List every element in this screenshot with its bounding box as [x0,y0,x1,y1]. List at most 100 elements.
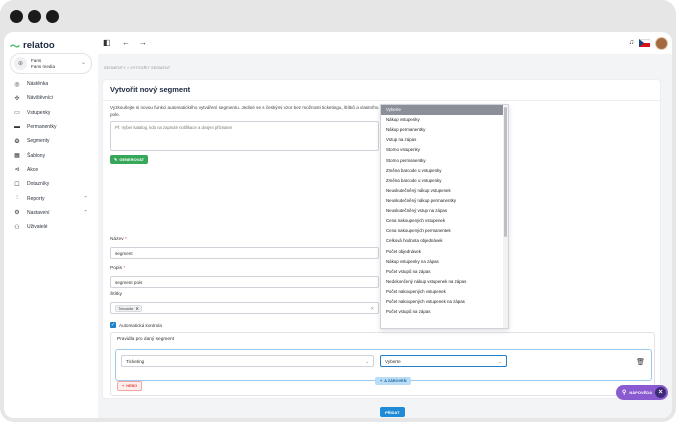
app: 〜 relatoo ⊕ Fans Fans media ⌄ ◎ Nástěnka ✣… [4,32,672,418]
language-flag-icon[interactable] [639,39,650,47]
rule-event-select[interactable]: Vyberte ⌄ [380,355,507,367]
chevron-up-icon: ⌃ [83,209,88,216]
sidebar: 〜 relatoo ⊕ Fans Fans media ⌄ ◎ Nástěnka ✣… [4,32,98,418]
brand-name: relatoo [23,40,55,51]
and-button-label: A ZÁROVEŇ [384,379,407,383]
sidebar-item-6[interactable]: ▦ Šablony [4,148,98,162]
user-avatar[interactable] [655,37,668,50]
sidebar-item-label: Vstupenky [27,109,51,116]
breadcrumb[interactable]: SEGMENTY > VYTVOŘIT SEGMENT [104,66,170,70]
dropdown-option[interactable]: Neuskutečněný nákup permanentky [381,196,508,206]
sidebar-item-8[interactable]: ☐ Dotazníky [4,177,98,191]
help-button[interactable]: ⚲ NÁPOVĚDA × [616,385,668,400]
ai-prompt-textarea[interactable]: Př. Vyber katalog, kdo na zapnuté notifi… [110,121,379,151]
dashboard-icon: ◎ [14,81,20,88]
name-input[interactable]: segment [110,247,379,259]
sidebar-item-9[interactable]: ⫶ Reporty ⌃ [4,191,98,205]
sidebar-item-label: Reporty [27,195,45,202]
trash-icon[interactable]: 🗑 [636,358,645,366]
name-input-value: segment [115,251,133,256]
sidebar-item-1[interactable]: ◎ Nástěnka [4,77,98,91]
dropdown-option[interactable]: Počet vstupů na zápas [381,267,508,277]
users-icon: ⚇ [14,224,20,231]
dropdown-option[interactable]: Vyberte [381,105,508,116]
ticket-icon: ▭ [14,110,20,117]
add-button-label: PŘIDAT [385,409,400,415]
tag-chip: Timoddle ✕ [115,305,142,312]
sidebar-item-7[interactable]: ⊲ Akce [4,163,98,177]
dropdown-option[interactable]: Nedokončený nákup vstupenek na zápas [381,277,508,287]
dropdown-scrollbar-thumb[interactable] [504,107,507,237]
chevron-up-icon: ⌃ [83,195,88,202]
dropdown-scrollbar[interactable] [503,105,508,328]
window-dot-maximize[interactable] [46,10,59,23]
sidebar-item-10[interactable]: ⚙ Nastavení ⌃ [4,206,98,220]
bell-icon[interactable]: ♫ [629,39,634,46]
dropdown-option[interactable]: Neuskutečněný nákup vstupenek [381,186,508,196]
dropdown-option[interactable]: Cena nakoupených vstupenek [381,216,508,226]
dropdown-option[interactable]: Změna barcode u vstupenky [381,176,508,186]
segments-icon: ❂ [14,138,20,145]
window-frame: 〜 relatoo ⊕ Fans Fans media ⌄ ◎ Nástěnka ✣… [0,0,676,422]
plus-icon: + [380,379,383,383]
divider [103,100,660,101]
sidebar-item-5[interactable]: ❂ Segmenty [4,134,98,148]
tags-input[interactable]: Timoddle ✕ ✕ [110,302,379,314]
chart-icon: ⫶ [16,195,18,202]
dropdown-option[interactable]: Počet objednávek [381,247,508,257]
chevron-down-icon: ⌄ [365,359,369,364]
and-button[interactable]: + A ZÁROVEŇ [375,377,412,385]
ai-prompt-placeholder: Př. Vyber katalog, kdo na zapnuté notifi… [115,125,233,130]
sidebar-item-label: Akce [27,166,39,173]
dropdown-option[interactable]: Počet nakoupených vstupenek na zápas [381,297,508,307]
dropdown-option[interactable]: Nákup permanentky [381,125,508,135]
forward-arrow-icon[interactable]: → [139,38,147,47]
dropdown-option[interactable]: Nákup vstupenky [381,115,508,125]
dropdown-option[interactable]: Vstup na zápas [381,135,508,145]
dropdown-option[interactable]: Nákup vstupenky na zápas [381,257,508,267]
add-button[interactable]: PŘIDAT [380,407,405,417]
close-icon[interactable]: × [655,387,666,398]
dropdown-option[interactable]: Změna barcode u vstupenky [381,166,508,176]
sidebar-item-2[interactable]: ✣ Návštěvníci [4,91,98,105]
ai-description: Vyzkoušejte si novou funkci automatickéh… [110,105,379,117]
sidebar-nav: ◎ Nástěnka ✣ Návštěvníci ▭ Vstupenky ▬ Permanen… [4,77,98,234]
sidebar-item-label: Nastavení [27,209,50,216]
sidebar-item-label: Segmenty [27,138,50,145]
auto-control-checkbox[interactable]: ✓ Automatická kontrola [110,322,162,328]
account-switcher[interactable]: ⊕ Fans Fans media ⌄ [10,53,92,74]
sidebar-item-label: Dotazníky [27,181,50,188]
visitors-icon: ✣ [14,95,20,102]
brand-logo[interactable]: 〜 relatoo [10,38,55,53]
auto-control-label: Automatická kontrola [119,322,162,328]
back-arrow-icon[interactable]: ← [122,38,130,47]
tag-remove-icon[interactable]: ✕ [135,307,138,311]
sidebar-toggle-icon[interactable]: ◧ [103,38,111,47]
dropdown-option[interactable]: Cena nakoupených permanentek [381,226,508,236]
window-dot-minimize[interactable] [28,10,41,23]
sidebar-item-label: Nástěnka [27,81,49,88]
rule-source-select[interactable]: Ticketing ⌄ [121,355,374,367]
account-subname: Fans media [31,63,56,69]
description-input[interactable]: segment pois [110,276,379,288]
plus-icon: + [122,384,125,388]
sidebar-item-label: Šablony [27,152,46,159]
sidebar-item-11[interactable]: ⚇ Uživatelé [4,220,98,234]
or-button[interactable]: + NEBO [117,381,143,391]
rules-section: Pravidla pro daný segment Ticketing ⌄ Vy… [110,332,655,396]
dropdown-option[interactable]: Neuskutečněný vstup na zápas [381,206,508,216]
browser-window: 〜 relatoo ⊕ Fans Fans media ⌄ ◎ Nástěnka ✣… [4,32,672,418]
dropdown-option[interactable]: Počet vstupů na zápas [381,307,508,317]
generate-button[interactable]: ✎ GENEROVAT [110,155,149,164]
name-label: Název * [110,237,127,242]
dropdown-option[interactable]: Storno permanentky [381,156,508,166]
sidebar-item-4[interactable]: ▬ Permanentky [4,120,98,134]
dropdown-option[interactable]: Počet nakoupených vstupenek [381,287,508,297]
dropdown-option[interactable]: Storno vstupenky [381,145,508,155]
clear-tags-icon[interactable]: ✕ [370,306,374,312]
event-dropdown-list: Vyberte Nákup vstupenky Nákup permanentky V… [380,104,509,329]
dropdown-option[interactable]: Celková hodnota objednávek [381,236,508,246]
description-label: Popis * [110,266,126,271]
window-dot-close[interactable] [10,10,23,23]
sidebar-item-3[interactable]: ▭ Vstupenky [4,106,98,120]
